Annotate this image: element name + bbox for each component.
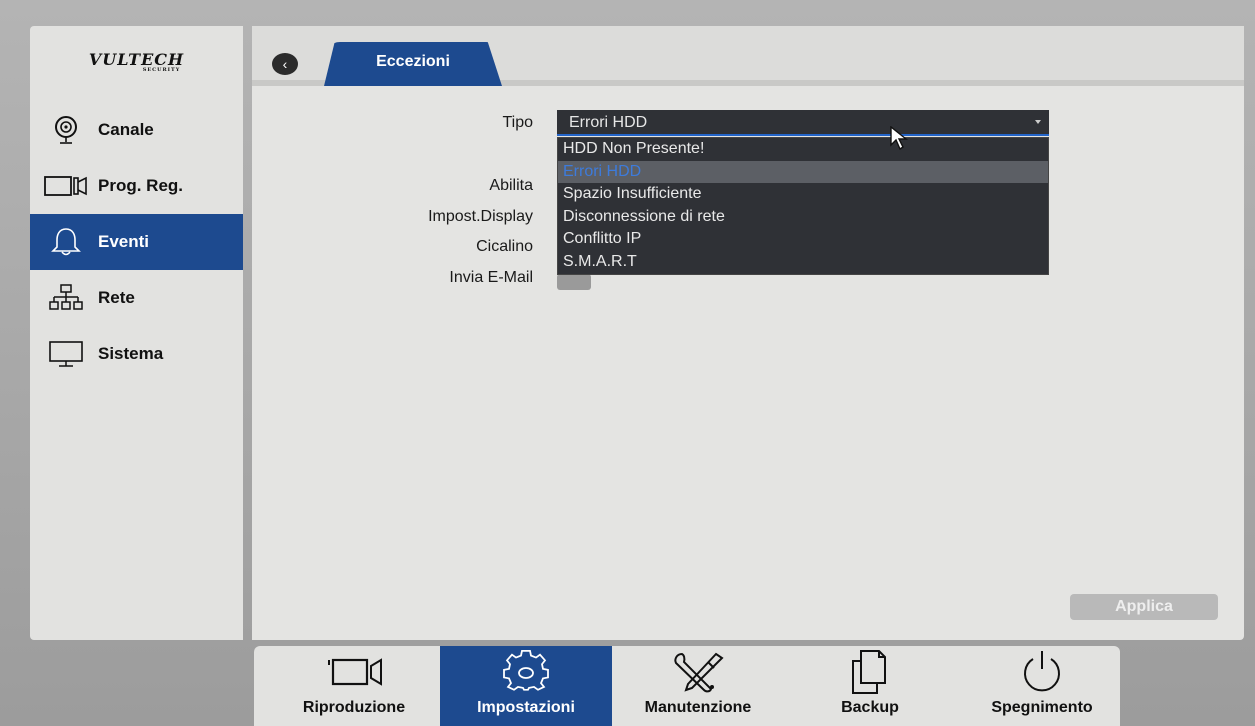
bottom-item-spegnimento[interactable]: Spegnimento xyxy=(956,646,1128,726)
main-panel: ‹ Eccezioni Tipo Abilita Impost.Display … xyxy=(252,26,1244,640)
brand-logo: VULTECH SECURITY xyxy=(30,50,243,73)
header-bar: ‹ Eccezioni xyxy=(252,26,1244,86)
dropdown-option[interactable]: S.M.A.R.T xyxy=(558,251,1048,274)
video-record-icon xyxy=(44,171,88,201)
bottom-item-manutenzione[interactable]: Manutenzione xyxy=(612,646,784,726)
bottom-item-label: Spegnimento xyxy=(991,699,1093,716)
sidebar-item-eventi[interactable]: Eventi xyxy=(30,214,243,270)
back-arrow-icon[interactable]: ‹ xyxy=(272,53,298,75)
monitor-icon xyxy=(44,339,88,369)
network-icon xyxy=(44,283,88,313)
dropdown-option-selected[interactable]: Errori HDD xyxy=(558,160,1048,183)
sidebar-item-label: Rete xyxy=(98,288,135,307)
copy-icon xyxy=(784,650,956,694)
bottom-item-riproduzione[interactable]: Riproduzione xyxy=(268,646,440,726)
dropdown-option[interactable]: Spazio Insufficiente xyxy=(558,183,1048,206)
dropdown-option[interactable]: Disconnessione di rete xyxy=(558,206,1048,229)
display-label: Impost.Display xyxy=(428,208,533,225)
chevron-down-icon xyxy=(1035,120,1041,124)
email-label: Invia E-Mail xyxy=(449,269,533,286)
sidebar-item-rete[interactable]: Rete xyxy=(30,270,243,326)
tipo-label: Tipo xyxy=(502,114,533,131)
tab-label: Eccezioni xyxy=(376,53,450,70)
tipo-select-value: Errori HDD xyxy=(569,114,648,131)
bottom-item-backup[interactable]: Backup xyxy=(784,646,956,726)
sidebar-item-prog-reg[interactable]: Prog. Reg. xyxy=(30,158,243,214)
sidebar-item-label: Eventi xyxy=(98,232,150,251)
bell-icon xyxy=(44,227,88,257)
tipo-select[interactable]: Errori HDD xyxy=(557,110,1049,136)
sidebar-item-label: Sistema xyxy=(98,344,164,363)
bottom-item-label: Riproduzione xyxy=(302,699,406,716)
abilita-label: Abilita xyxy=(489,177,533,194)
bottom-item-label: Manutenzione xyxy=(644,699,752,716)
sidebar-item-label: Prog. Reg. xyxy=(98,176,184,195)
sidebar-item-sistema[interactable]: Sistema xyxy=(30,326,243,382)
email-toggle[interactable] xyxy=(557,274,591,290)
gear-icon xyxy=(440,650,612,694)
bottom-item-impostazioni[interactable]: Impostazioni xyxy=(440,646,612,726)
power-icon xyxy=(956,650,1128,694)
sidebar-item-label: Canale xyxy=(98,120,154,139)
tipo-dropdown-list: HDD Non Presente! Errori HDD Spazio Insu… xyxy=(557,137,1049,275)
cicalino-label: Cicalino xyxy=(476,238,533,255)
apply-button[interactable]: Applica xyxy=(1070,594,1218,620)
dropdown-option[interactable]: Conflitto IP xyxy=(558,228,1048,251)
sidebar: VULTECH SECURITY Canale Prog. Reg. Event… xyxy=(30,26,243,640)
dropdown-option[interactable]: HDD Non Presente! xyxy=(558,138,1048,161)
tab-eccezioni[interactable]: Eccezioni xyxy=(324,42,502,86)
mouse-cursor-icon xyxy=(890,126,908,151)
sidebar-item-canale[interactable]: Canale xyxy=(30,102,243,158)
bottom-item-label: Backup xyxy=(841,699,899,716)
bottom-toolbar: Riproduzione Impostazioni Manutenzione B… xyxy=(254,646,1120,726)
tools-icon xyxy=(612,650,784,694)
video-camera-icon xyxy=(268,650,440,694)
bottom-item-label: Impostazioni xyxy=(477,699,575,716)
camera-icon xyxy=(44,115,88,145)
